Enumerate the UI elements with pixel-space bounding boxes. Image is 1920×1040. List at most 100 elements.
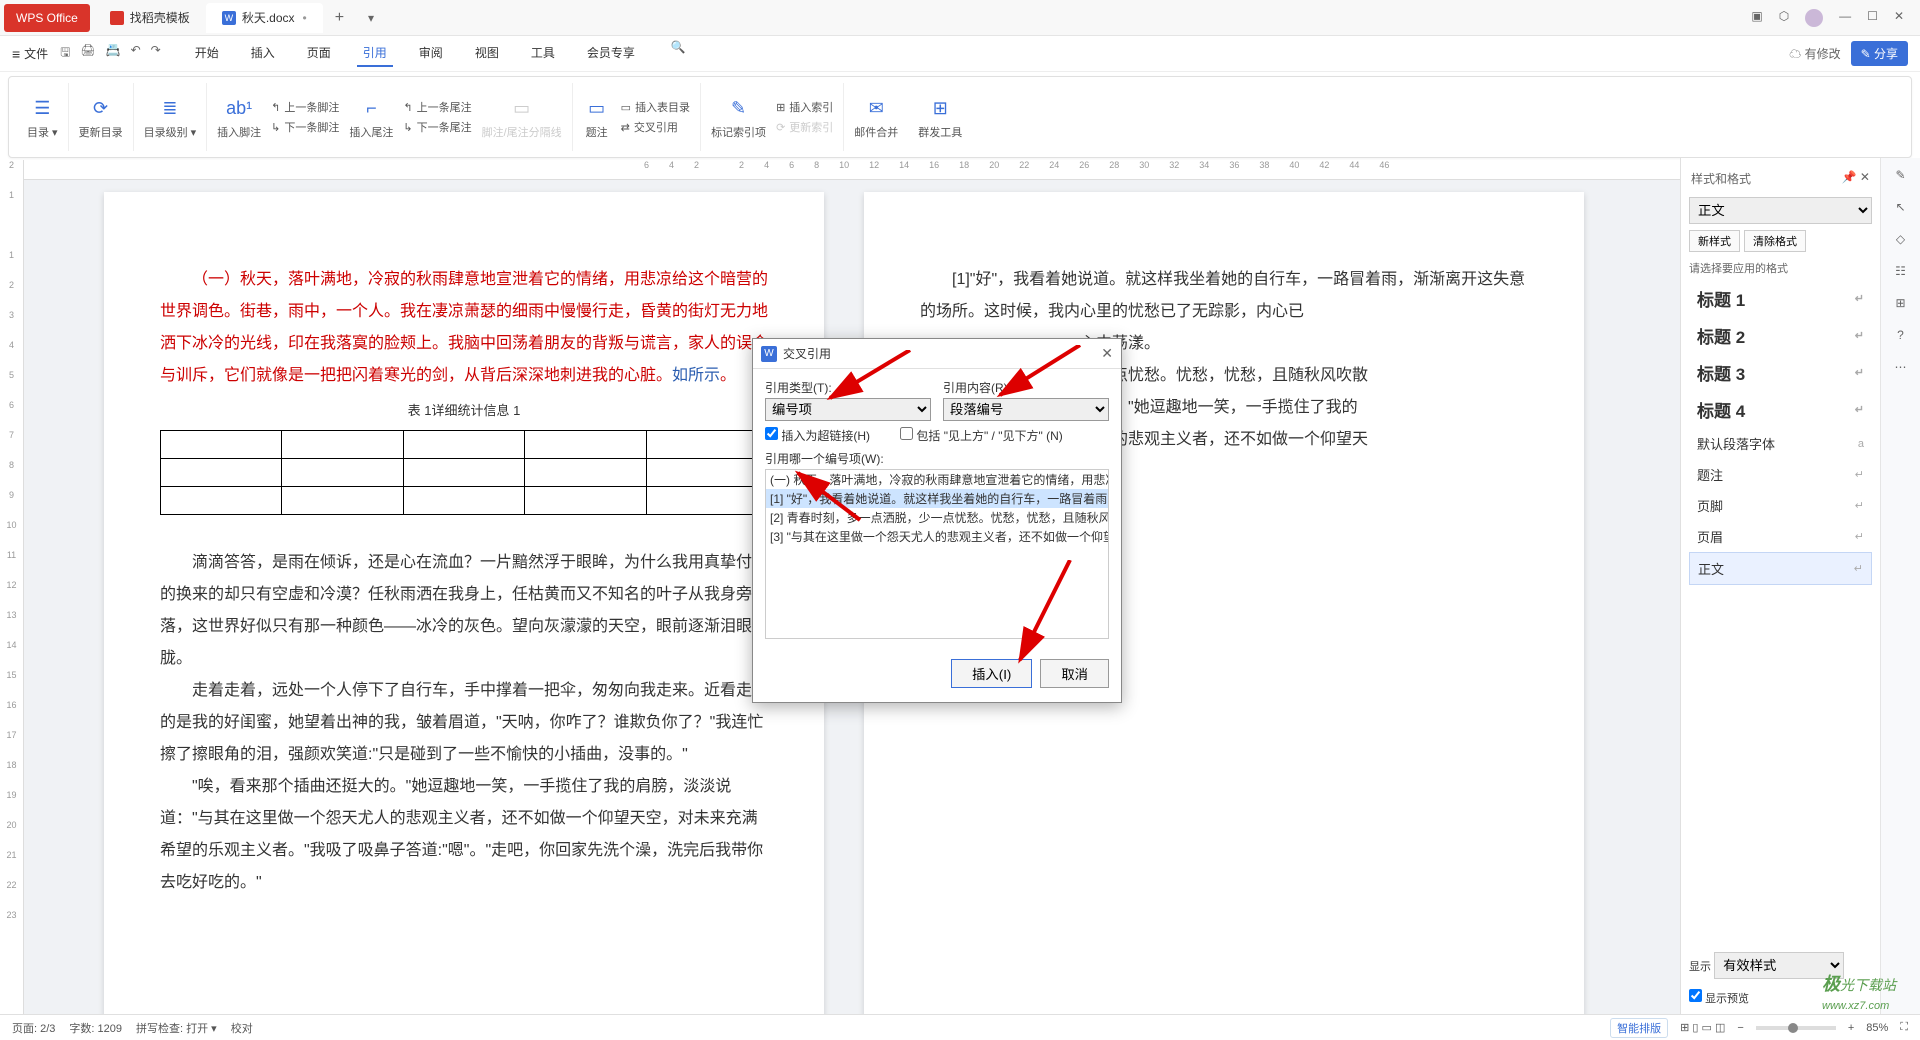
pin-icon[interactable]: 📌 ✕ <box>1842 170 1870 187</box>
hyperlink-checkbox[interactable]: 插入为超链接(H) <box>765 427 870 444</box>
list-item[interactable]: [3] "与其在这里做一个怨天尤人的悲观主义者，还不如做一个仰望 <box>766 527 1108 546</box>
zoom-value[interactable]: 85% <box>1866 1022 1888 1034</box>
insert-table-toc[interactable]: ▭ 插入表目录 <box>621 99 690 115</box>
spell-check[interactable]: 拼写检查: 打开 <box>136 1023 208 1035</box>
tab-review[interactable]: 审阅 <box>413 40 449 67</box>
maximize-icon[interactable]: ☐ <box>1867 9 1878 27</box>
zoom-slider[interactable] <box>1756 1026 1836 1030</box>
avatar-icon[interactable] <box>1805 9 1823 27</box>
close-icon[interactable]: ✕ <box>1894 9 1904 27</box>
ribbon-caption[interactable]: ▭题注 <box>573 83 621 151</box>
arrow-annotation <box>790 465 870 525</box>
cube-icon[interactable]: ⬡ <box>1779 9 1789 27</box>
insert-index[interactable]: ⊞ 插入索引 <box>776 99 833 115</box>
tab-member[interactable]: 会员专享 <box>581 40 641 67</box>
new-style-button[interactable]: 新样式 <box>1689 230 1740 252</box>
redo-icon[interactable]: ↷ <box>151 43 161 64</box>
print-preview-icon[interactable]: 📇 <box>106 43 121 64</box>
empty-table[interactable] <box>160 430 768 515</box>
tab-view[interactable]: 视图 <box>469 40 505 67</box>
edit-icon[interactable]: ✎ <box>1895 168 1905 182</box>
save-icon[interactable]: 🖫 <box>60 43 70 64</box>
ribbon-bulk[interactable]: ⊞群发工具 <box>908 83 972 151</box>
show-label: 显示 <box>1689 961 1711 973</box>
tab-tools[interactable]: 工具 <box>525 40 561 67</box>
tab-page[interactable]: 页面 <box>301 40 337 67</box>
tab-document[interactable]: W 秋天.docx • <box>206 3 323 33</box>
word-icon: W <box>761 346 777 362</box>
para-r1: [1]"好"，我看着她说道。就这样我坐着她的自行车，一路冒着雨，渐渐离开这失意的… <box>920 264 1528 328</box>
next-endnote[interactable]: ↳ 下一条尾注 <box>403 119 471 135</box>
style-heading3[interactable]: 标题 3↵ <box>1689 354 1872 391</box>
file-menu[interactable]: 文件 <box>24 45 48 62</box>
pending-label[interactable]: ☁ 有修改 <box>1789 45 1840 62</box>
cross-ref[interactable]: ⇄ 交叉引用 <box>621 119 690 135</box>
proofing[interactable]: 校对 <box>231 1020 253 1036</box>
para-r5: 者。" <box>1080 456 1528 488</box>
page-left[interactable]: （一）秋天，落叶满地，冷寂的秋雨肆意地宣泄着它的情绪，用悲凉给这个暗营的世界调色… <box>104 192 824 1014</box>
para-2: 走着走着，远处一个人停下了自行车，手中撑着一把伞，匆匆向我走来。近看走来的是我的… <box>160 675 768 771</box>
prev-footnote[interactable]: ↰ 上一条脚注 <box>271 99 339 115</box>
ribbon-endnote[interactable]: ⌐插入尾注 <box>339 83 403 151</box>
print-icon[interactable]: 🖨 <box>80 43 95 64</box>
help-icon[interactable]: ? <box>1897 328 1904 342</box>
current-style-select[interactable]: 正文 <box>1689 197 1872 224</box>
word-count[interactable]: 字数: 1209 <box>69 1020 122 1036</box>
layers-icon[interactable]: ☷ <box>1895 264 1906 278</box>
clear-format-button[interactable]: 清除格式 <box>1744 230 1806 252</box>
link-text[interactable]: 如所示 <box>672 367 720 384</box>
style-caption[interactable]: 题注↵ <box>1689 459 1872 490</box>
tab-menu-button[interactable]: ▾ <box>356 11 386 25</box>
para-r4: 尤人的悲观主义者，还不如做一个仰望天 <box>1080 424 1528 456</box>
minimize-icon[interactable]: — <box>1839 9 1851 27</box>
style-default-font[interactable]: 默认段落字体a <box>1689 428 1872 459</box>
ribbon-footnote[interactable]: ab¹插入脚注 <box>207 83 271 151</box>
next-footnote[interactable]: ↳ 下一条脚注 <box>271 119 339 135</box>
undo-icon[interactable]: ↶ <box>131 43 141 64</box>
menu-icon[interactable]: ≡ <box>12 46 20 62</box>
zoom-in-icon[interactable]: + <box>1848 1022 1854 1034</box>
update-index[interactable]: ⟳ 更新索引 <box>776 119 833 135</box>
tab-templates[interactable]: 找稻壳模板 <box>94 3 206 33</box>
ribbon-update-toc[interactable]: ⟳更新目录 <box>69 83 134 151</box>
view-mode-icon[interactable]: ⊞ ▯ ▭ ◫ <box>1680 1021 1725 1034</box>
object-icon[interactable]: ⊞ <box>1895 296 1905 310</box>
style-heading4[interactable]: 标题 4↵ <box>1689 391 1872 428</box>
para-3: "唉，看来那个插曲还挺大的。"她逗趣地一笑，一手揽住了我的肩膀，淡淡说道："与其… <box>160 771 768 899</box>
zoom-out-icon[interactable]: − <box>1737 1022 1743 1034</box>
side-toolbar: ✎ ↖ ◇ ☷ ⊞ ? ⋯ <box>1880 158 1920 1014</box>
style-footer[interactable]: 页脚↵ <box>1689 490 1872 521</box>
table-caption: 表 1详细统计信息 1 <box>160 398 768 424</box>
ribbon-toc-level[interactable]: ≣目录级别 ▾ <box>134 83 208 151</box>
ribbon: ☰目录 ▾ ⟳更新目录 ≣目录级别 ▾ ab¹插入脚注 ↰ 上一条脚注 ↳ 下一条… <box>8 76 1912 158</box>
style-heading1[interactable]: 标题 1↵ <box>1689 280 1872 317</box>
ribbon-mark-index[interactable]: ✎标记索引项 <box>701 83 776 151</box>
layout-icon[interactable]: ▣ <box>1751 9 1762 27</box>
more-icon[interactable]: ⋯ <box>1895 360 1907 374</box>
tab-close-icon[interactable]: • <box>303 11 307 25</box>
tab-start[interactable]: 开始 <box>189 40 225 67</box>
fit-icon[interactable]: ⛶ <box>1900 1021 1908 1034</box>
style-body[interactable]: 正文↵ <box>1689 552 1872 585</box>
shape-icon[interactable]: ◇ <box>1896 232 1905 246</box>
menubar: ≡ 文件 🖫 🖨 📇 ↶ ↷ 开始 插入 页面 引用 审阅 视图 工具 会员专享… <box>0 36 1920 72</box>
page-indicator[interactable]: 页面: 2/3 <box>12 1020 55 1036</box>
ribbon-toc[interactable]: ☰目录 ▾ <box>17 83 69 151</box>
share-button[interactable]: ✎ 分享 <box>1851 41 1908 66</box>
tab-reference[interactable]: 引用 <box>357 40 393 67</box>
style-header[interactable]: 页眉↵ <box>1689 521 1872 552</box>
select-icon[interactable]: ↖ <box>1895 200 1905 214</box>
ribbon-mailmerge[interactable]: ✉邮件合并 <box>844 83 908 151</box>
word-icon: W <box>222 11 236 25</box>
dialog-close-icon[interactable]: ✕ <box>1101 345 1113 362</box>
ribbon-endnote-nav: ↰ 上一条尾注 ↳ 下一条尾注 <box>403 83 471 151</box>
include-checkbox[interactable]: 包括 "见上方" / "见下方" (N) <box>900 427 1063 444</box>
ribbon-footnote-nav: ↰ 上一条脚注 ↳ 下一条脚注 <box>271 83 339 151</box>
tab-add-button[interactable]: + <box>323 9 356 27</box>
tab-insert[interactable]: 插入 <box>245 40 281 67</box>
search-icon[interactable]: 🔍 <box>671 40 686 67</box>
style-heading2[interactable]: 标题 2↵ <box>1689 317 1872 354</box>
preview-checkbox[interactable] <box>1689 989 1702 1002</box>
prev-endnote[interactable]: ↰ 上一条尾注 <box>403 99 471 115</box>
smart-layout[interactable]: 智能排版 <box>1610 1018 1668 1038</box>
